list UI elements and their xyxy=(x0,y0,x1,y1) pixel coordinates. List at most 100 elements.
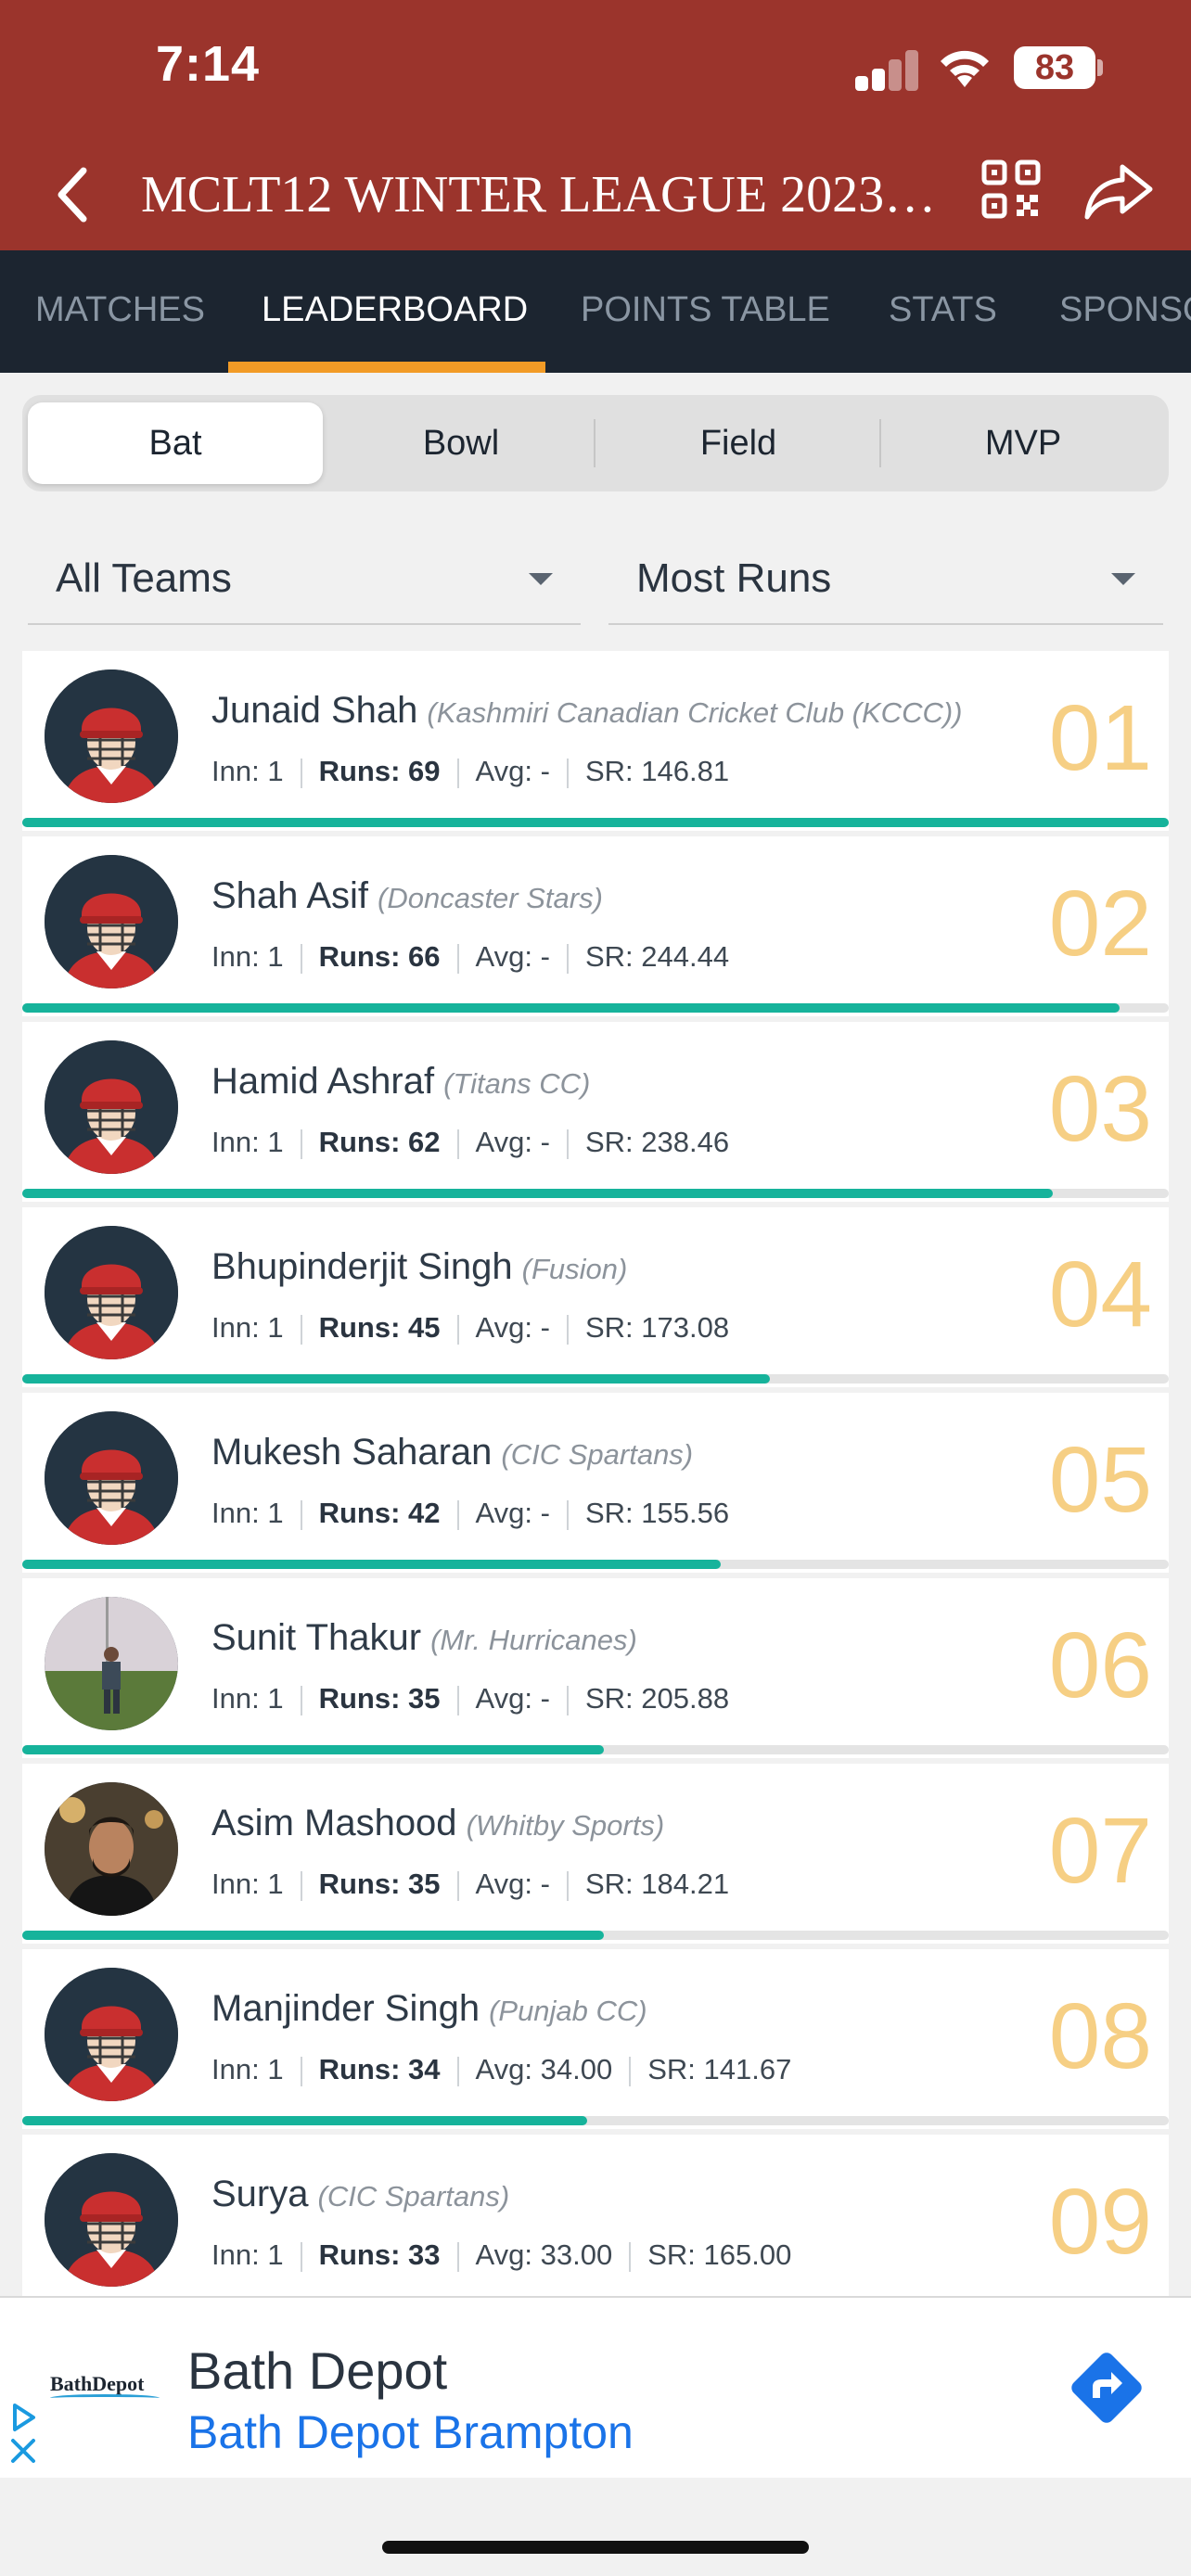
runs-value: 33 xyxy=(408,2238,441,2271)
strike-rate-value: 184.21 xyxy=(641,1868,730,1900)
tab-stats[interactable]: STATS xyxy=(889,250,997,373)
stat-divider xyxy=(456,2241,459,2272)
runs-progress-fill xyxy=(22,1560,721,1569)
player-name[interactable]: Surya xyxy=(211,2174,309,2214)
player-name[interactable]: Asim Mashood xyxy=(211,1803,457,1843)
app-header: 7:14 83 MCLT12 WINTER LEAGUE 2023-2024 xyxy=(0,0,1191,250)
share-button[interactable] xyxy=(1082,159,1156,224)
player-name-line: Shah Asif (Doncaster Stars) xyxy=(211,875,603,917)
tab-points-table[interactable]: POINTS TABLE xyxy=(581,250,830,373)
strike-rate-value: 205.88 xyxy=(641,1682,730,1715)
runs-value: 35 xyxy=(408,1682,441,1715)
ad-subtitle[interactable]: Bath Depot Brampton xyxy=(187,2405,634,2459)
stat-divider xyxy=(300,2241,302,2272)
stat-divider xyxy=(566,943,569,974)
team-filter-dropdown[interactable]: All Teams xyxy=(28,532,581,625)
stat-divider xyxy=(300,1129,302,1159)
back-button[interactable] xyxy=(41,158,106,232)
strike-rate-value: 141.67 xyxy=(703,2053,792,2085)
innings-value: 1 xyxy=(267,1126,284,1158)
player-team: (Titans CC) xyxy=(443,1067,591,1100)
strike-rate-label: SR: xyxy=(584,940,634,973)
player-name[interactable]: Shah Asif xyxy=(211,875,368,916)
tab-sponsors[interactable]: SPONSORS xyxy=(1059,250,1191,373)
strike-rate-value: 155.56 xyxy=(641,1497,730,1529)
leaderboard-row[interactable]: Surya (CIC Spartans) Inn: 1 Runs: 33 Avg: 3… xyxy=(22,2135,1169,2296)
player-name[interactable]: Junaid Shah xyxy=(211,690,417,731)
stat-divider xyxy=(566,1314,569,1345)
player-stats: Inn: 1 Runs: 35 Avg: - SR: 184.21 xyxy=(211,1868,729,1901)
segment-bowl[interactable]: Bowl xyxy=(327,402,596,484)
innings-label: Inn: xyxy=(211,2238,260,2271)
segment-mvp[interactable]: MVP xyxy=(883,402,1163,484)
player-name[interactable]: Bhupinderjit Singh xyxy=(211,1246,513,1287)
ad-choices-icon[interactable] xyxy=(7,2402,39,2433)
battery-cap-icon xyxy=(1097,59,1103,76)
segment-bat[interactable]: Bat xyxy=(28,402,323,484)
leaderboard-row[interactable]: Asim Mashood (Whitby Sports) Inn: 1 Runs: … xyxy=(22,1764,1169,1944)
player-name[interactable]: Manjinder Singh xyxy=(211,1988,480,2029)
leaderboard-row[interactable]: Sunit Thakur (Mr. Hurricanes) Inn: 1 Runs:… xyxy=(22,1578,1169,1758)
leaderboard-row[interactable]: Mukesh Saharan (CIC Spartans) Inn: 1 Runs:… xyxy=(22,1393,1169,1573)
tab-matches[interactable]: MATCHES xyxy=(35,250,205,373)
leaderboard-list: Junaid Shah (Kashmiri Canadian Cricket Cl… xyxy=(22,651,1169,2296)
player-name-line: Junaid Shah (Kashmiri Canadian Cricket Cl… xyxy=(211,690,963,732)
directions-icon[interactable] xyxy=(1065,2346,1148,2429)
stat-divider xyxy=(300,943,302,974)
tab-leaderboard[interactable]: LEADERBOARD xyxy=(262,250,528,373)
ad-banner[interactable]: BathDepot Bath Depot Bath Depot Brampton xyxy=(0,2296,1191,2478)
player-team: (Doncaster Stars) xyxy=(378,882,603,914)
player-name-line: Hamid Ashraf (Titans CC) xyxy=(211,1061,590,1103)
player-name[interactable]: Sunit Thakur xyxy=(211,1617,421,1658)
ad-title[interactable]: Bath Depot xyxy=(187,2340,447,2401)
qr-code-button[interactable] xyxy=(981,159,1041,219)
player-team: (Fusion) xyxy=(521,1253,628,1285)
stat-divider xyxy=(456,2056,459,2086)
ad-logo-swoosh xyxy=(50,2394,160,2402)
runs-progress-fill xyxy=(22,1189,1054,1198)
rank-number: 09 xyxy=(1048,2170,1152,2274)
stat-divider xyxy=(456,1314,459,1345)
strike-rate-label: SR: xyxy=(584,1682,634,1715)
strike-rate-label: SR: xyxy=(584,1126,634,1158)
player-name[interactable]: Hamid Ashraf xyxy=(211,1061,434,1102)
leaderboard-row[interactable]: Manjinder Singh (Punjab CC) Inn: 1 Runs: 3… xyxy=(22,1949,1169,2129)
player-avatar-helmet-icon xyxy=(45,855,178,988)
rank-number: 08 xyxy=(1048,1984,1152,2088)
stat-divider xyxy=(300,758,302,788)
battery-indicator: 83 xyxy=(1014,46,1095,89)
main-tabs: MATCHES LEADERBOARD POINTS TABLE STATS S… xyxy=(0,250,1191,373)
innings-label: Inn: xyxy=(211,940,260,973)
average-label: Avg: xyxy=(475,1682,533,1715)
close-icon[interactable] xyxy=(7,2435,39,2467)
stat-divider xyxy=(300,1870,302,1901)
status-bar: 7:14 83 xyxy=(0,0,1191,139)
runs-value: 35 xyxy=(408,1868,441,1900)
average-label: Avg: xyxy=(475,1497,533,1529)
player-name-line: Surya (CIC Spartans) xyxy=(211,2174,509,2215)
leaderboard-row[interactable]: Bhupinderjit Singh (Fusion) Inn: 1 Runs: 4… xyxy=(22,1207,1169,1387)
status-time: 7:14 xyxy=(156,36,261,92)
leaderboard-row[interactable]: Hamid Ashraf (Titans CC) Inn: 1 Runs: 62 Av… xyxy=(22,1022,1169,1202)
ad-logo: BathDepot xyxy=(50,2372,145,2395)
innings-value: 1 xyxy=(267,1682,284,1715)
strike-rate-label: SR: xyxy=(584,755,634,787)
segment-field[interactable]: Field xyxy=(597,402,879,484)
rank-number: 05 xyxy=(1048,1428,1152,1532)
rank-number: 04 xyxy=(1048,1243,1152,1346)
average-value: - xyxy=(540,755,550,787)
strike-rate-value: 173.08 xyxy=(641,1311,730,1344)
runs-progress-fill xyxy=(22,1745,604,1754)
rank-number: 03 xyxy=(1048,1057,1152,1161)
player-team: (CIC Spartans) xyxy=(501,1438,694,1471)
rank-number: 02 xyxy=(1048,872,1152,976)
leaderboard-row[interactable]: Junaid Shah (Kashmiri Canadian Cricket Cl… xyxy=(22,651,1169,831)
leaderboard-row[interactable]: Shah Asif (Doncaster Stars) Inn: 1 Runs: 6… xyxy=(22,836,1169,1016)
player-stats: Inn: 1 Runs: 69 Avg: - SR: 146.81 xyxy=(211,755,729,788)
metric-filter-dropdown[interactable]: Most Runs xyxy=(608,532,1163,625)
runs-progress-track xyxy=(22,2116,1169,2125)
player-name[interactable]: Mukesh Saharan xyxy=(211,1432,492,1473)
strike-rate-value: 244.44 xyxy=(641,940,730,973)
runs-progress-track xyxy=(22,1745,1169,1754)
rank-number: 01 xyxy=(1048,686,1152,790)
